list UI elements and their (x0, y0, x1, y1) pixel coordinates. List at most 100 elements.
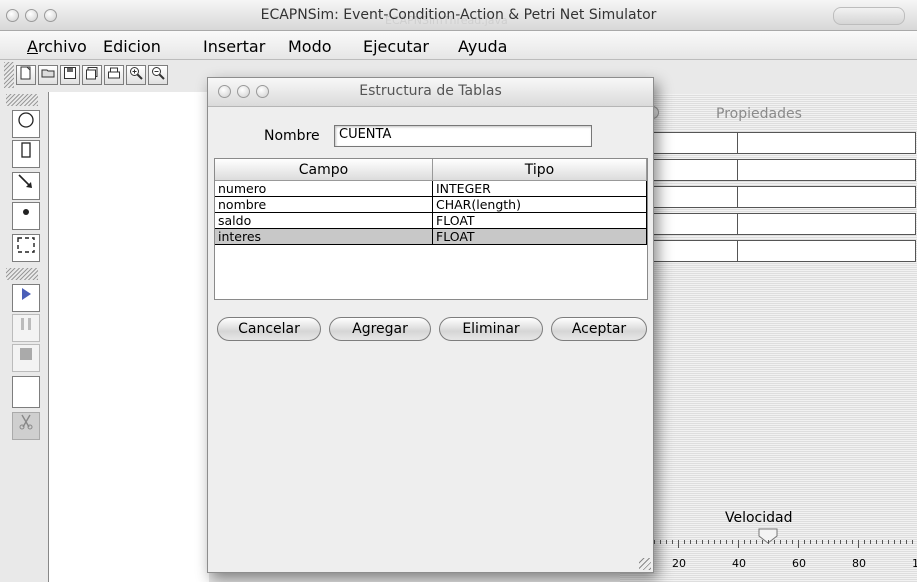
minor-tick (660, 540, 661, 544)
major-tick (738, 540, 739, 548)
palette-grip-2[interactable] (6, 268, 38, 280)
major-tick (678, 540, 679, 548)
minor-tick (732, 540, 733, 544)
minor-tick (852, 540, 853, 544)
zoom-out-icon[interactable] (148, 65, 168, 85)
pause-icon[interactable] (12, 314, 40, 342)
minor-tick (654, 540, 655, 544)
tick-label: 80 (852, 557, 866, 570)
print-icon[interactable] (104, 65, 124, 85)
minor-tick (774, 540, 775, 544)
campo-cell[interactable]: numero (215, 181, 433, 197)
minor-tick (900, 540, 901, 544)
minor-tick (816, 540, 817, 544)
table-row-selected[interactable]: interes FLOAT (215, 229, 647, 245)
minor-tick (912, 540, 913, 544)
menu-bar: Archivo Edicion Insertar Modo Ejecutar A… (0, 31, 917, 60)
minor-tick (906, 540, 907, 544)
tick-label: 60 (792, 557, 806, 570)
save-icon[interactable] (60, 65, 80, 85)
minor-tick (780, 540, 781, 544)
minor-tick (828, 540, 829, 544)
minor-tick (756, 540, 757, 544)
properties-title: Propiedades (716, 106, 802, 122)
column-header-tipo[interactable]: Tipo (433, 159, 647, 181)
tipo-cell[interactable]: CHAR(length) (433, 197, 647, 213)
arc-arrow-icon[interactable] (12, 172, 40, 200)
minor-tick (696, 540, 697, 544)
tool-palette (6, 92, 46, 582)
tipo-cell[interactable]: FLOAT (433, 213, 647, 229)
property-value-cell[interactable] (737, 159, 916, 181)
play-icon[interactable] (12, 284, 40, 312)
major-tick (858, 540, 859, 548)
nombre-input[interactable]: CUENTA (334, 125, 592, 147)
campo-cell[interactable]: interes (215, 229, 433, 245)
minor-tick (720, 540, 721, 544)
palette-grip[interactable] (6, 94, 38, 106)
minor-tick (882, 540, 883, 544)
property-value-cell[interactable] (737, 186, 916, 208)
menu-insertar[interactable]: Insertar (203, 37, 265, 56)
tick-label: 40 (732, 557, 746, 570)
tipo-cell[interactable]: INTEGER (433, 181, 647, 197)
campo-cell[interactable]: saldo (215, 213, 433, 229)
toolbar-toggle-button[interactable] (833, 7, 905, 25)
minor-tick (702, 540, 703, 544)
drawing-canvas[interactable] (48, 92, 209, 582)
table-row[interactable]: nombre CHAR(length) (215, 197, 647, 213)
stop-icon[interactable] (12, 344, 40, 372)
minor-tick (840, 540, 841, 544)
transition-rect-icon[interactable] (12, 140, 40, 168)
fields-table: Campo Tipo numero INTEGER nombre CHAR(le… (214, 158, 648, 300)
minor-tick (762, 540, 763, 544)
menu-edicion[interactable]: Edicion (103, 37, 161, 56)
menu-modo[interactable]: Modo (288, 37, 332, 56)
dialog-title-bar: Estructura de Tablas (208, 78, 653, 107)
velocity-slider[interactable]: 20 40 60 80 100 (654, 528, 917, 582)
campo-cell[interactable]: nombre (215, 197, 433, 213)
resize-grip[interactable] (639, 558, 651, 570)
properties-window: Propiedades (620, 94, 917, 582)
toolbar-grip[interactable] (4, 62, 14, 88)
tick-label: 20 (672, 557, 686, 570)
minor-tick (822, 540, 823, 544)
minor-tick (846, 540, 847, 544)
minor-tick (672, 540, 673, 544)
menu-archivo[interactable]: Archivo (27, 37, 87, 56)
table-row[interactable]: saldo FLOAT (215, 213, 647, 229)
velocity-label: Velocidad (725, 510, 793, 526)
menu-ayuda[interactable]: Ayuda (458, 37, 507, 56)
property-value-cell[interactable] (737, 213, 916, 235)
open-icon[interactable] (38, 65, 58, 85)
token-dot-icon[interactable] (12, 202, 40, 230)
minor-tick (876, 540, 877, 544)
cut-icon[interactable] (12, 412, 40, 440)
minor-tick (768, 540, 769, 544)
table-row[interactable]: numero INTEGER (215, 181, 647, 197)
minor-tick (684, 540, 685, 544)
blank-tool[interactable] (12, 376, 40, 408)
zoom-in-icon[interactable] (126, 65, 146, 85)
column-header-campo[interactable]: Campo (215, 159, 433, 181)
property-value-cell[interactable] (737, 240, 916, 262)
property-value-cell[interactable] (737, 132, 916, 154)
minor-tick (726, 540, 727, 544)
select-area-icon[interactable] (12, 234, 40, 262)
save-as-icon[interactable] (82, 65, 102, 85)
aceptar-button[interactable]: Aceptar (551, 317, 647, 341)
minor-tick (690, 540, 691, 544)
place-circle-icon[interactable] (12, 110, 40, 138)
window-title: ECAPNSim: Event-Condition-Action & Petri… (260, 7, 657, 23)
menu-ejecutar[interactable]: Ejecutar (363, 37, 429, 56)
minor-tick (888, 540, 889, 544)
agregar-button[interactable]: Agregar (329, 317, 431, 341)
minor-tick (714, 540, 715, 544)
minor-tick (864, 540, 865, 544)
tipo-cell[interactable]: FLOAT (433, 229, 647, 245)
eliminar-button[interactable]: Eliminar (439, 317, 543, 341)
minor-tick (894, 540, 895, 544)
minor-tick (786, 540, 787, 544)
new-icon[interactable] (16, 65, 36, 85)
cancelar-button[interactable]: Cancelar (217, 317, 321, 341)
